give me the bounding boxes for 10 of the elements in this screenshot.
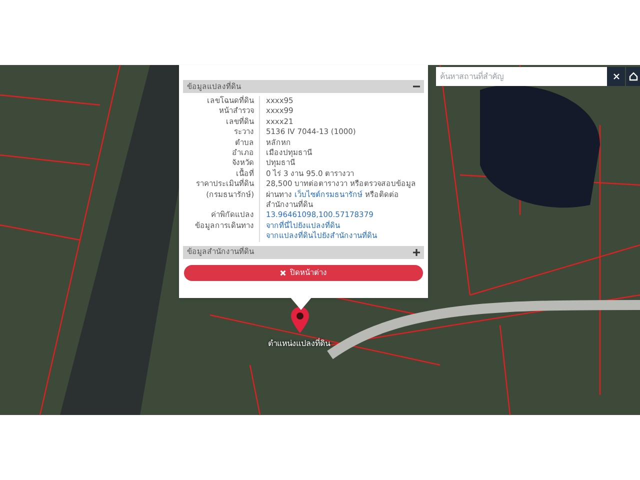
minus-icon (413, 83, 420, 90)
map-tool-button[interactable] (626, 67, 640, 86)
close-icon (280, 270, 286, 276)
search-field[interactable]: ค้นหาสถานที่สำคัญ (436, 67, 607, 86)
plus-icon (413, 248, 420, 256)
location-pin-icon[interactable] (290, 307, 310, 333)
clear-button[interactable] (607, 67, 625, 86)
marker-label: ตำแหน่งแปลงที่ดิน (268, 338, 330, 350)
home-icon (629, 72, 638, 81)
close-icon (612, 73, 620, 80)
